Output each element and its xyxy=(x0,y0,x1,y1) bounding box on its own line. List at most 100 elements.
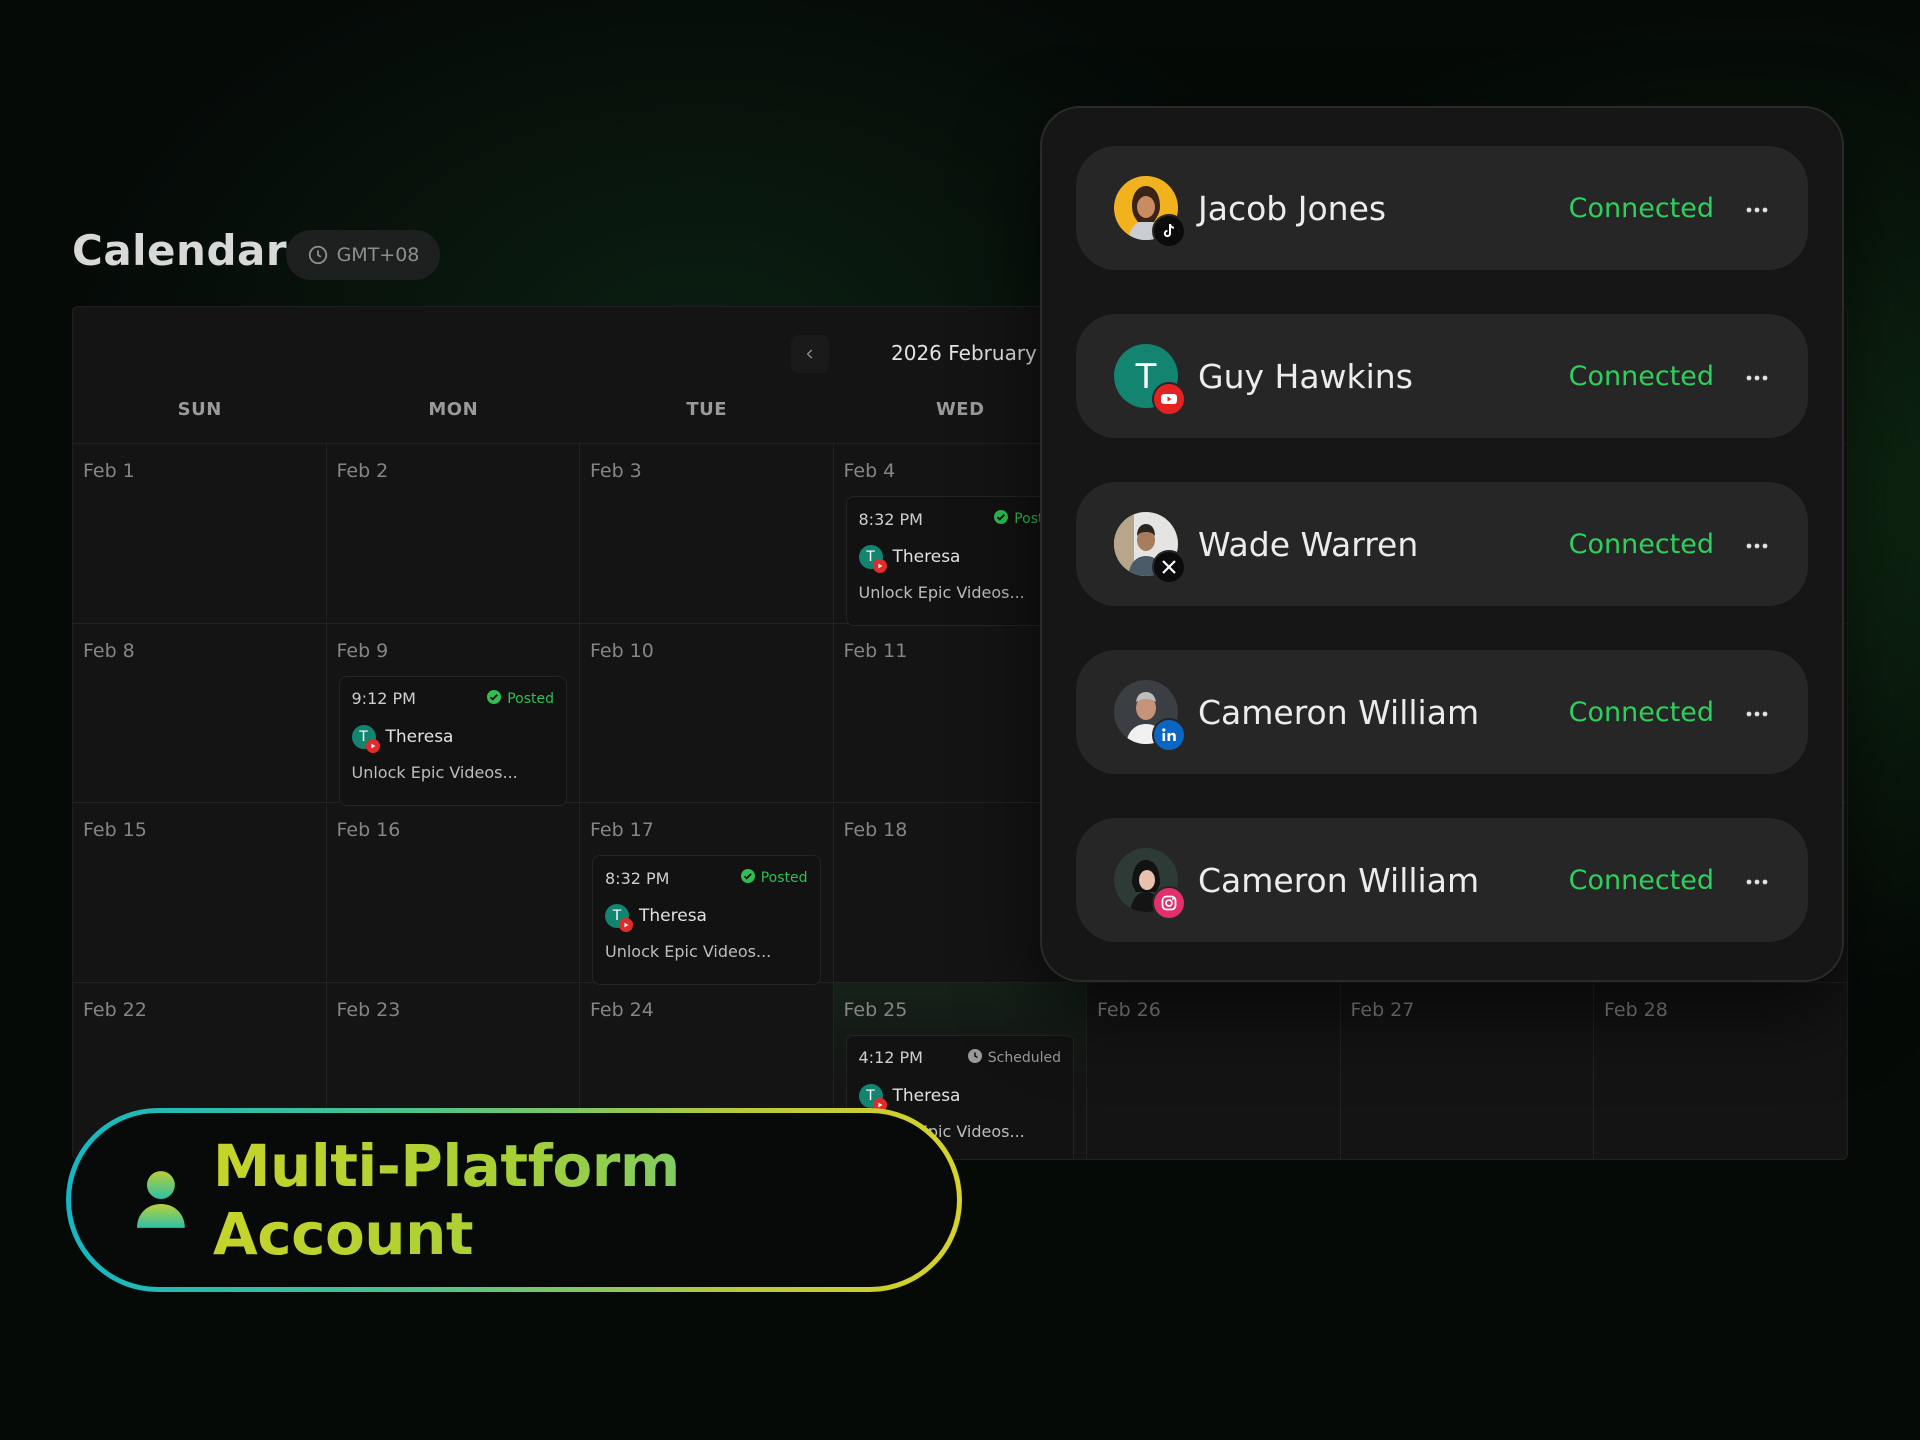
ellipsis-icon xyxy=(1745,703,1769,722)
connection-status: Connected xyxy=(1568,696,1714,728)
person-icon xyxy=(136,1171,185,1228)
clock-icon xyxy=(967,1048,983,1068)
tiktok-icon xyxy=(1152,214,1186,248)
more-options-button[interactable] xyxy=(1740,191,1774,225)
day-number: Feb 3 xyxy=(590,460,642,482)
post-author: Theresa xyxy=(892,547,961,567)
clock-icon xyxy=(308,245,327,265)
month-label: 2026 February xyxy=(891,341,1037,365)
feature-badge: Multi-Platform Account xyxy=(66,1108,962,1292)
day-number: Feb 24 xyxy=(590,998,654,1021)
weekday-label: TUE xyxy=(686,399,728,420)
avatar xyxy=(1114,680,1186,752)
weekday-label: MON xyxy=(428,399,479,420)
post-status-label: Scheduled xyxy=(987,1049,1061,1066)
day-cell[interactable]: Feb 28 xyxy=(1594,982,1847,1159)
account-name: Wade Warren xyxy=(1198,524,1419,564)
more-options-button[interactable] xyxy=(1740,695,1774,729)
page-title: Calendar xyxy=(72,226,288,275)
post-card[interactable]: 8:32 PM Posted T Theresa Unlock Epic Videos.… xyxy=(592,855,821,985)
day-number: Feb 16 xyxy=(336,819,401,841)
day-number: Feb 2 xyxy=(336,460,389,482)
post-status-label: Posted xyxy=(760,870,808,886)
avatar: T xyxy=(1114,344,1186,416)
weekday-label: SUN xyxy=(177,399,222,420)
post-card[interactable]: 9:12 PM Posted T Theresa Unlock Epic Videos.… xyxy=(338,675,567,806)
day-number: Feb 27 xyxy=(1350,998,1415,1021)
x-icon xyxy=(1152,550,1186,584)
connection-status: Connected xyxy=(1568,528,1714,560)
account-name: Guy Hawkins xyxy=(1198,356,1413,396)
day-cell[interactable]: Feb 27 xyxy=(1341,982,1594,1159)
avatar xyxy=(1114,848,1186,920)
more-options-button[interactable] xyxy=(1740,863,1774,897)
day-number: Feb 1 xyxy=(83,460,135,482)
post-time: 9:12 PM xyxy=(351,689,416,708)
youtube-icon xyxy=(872,559,887,573)
ellipsis-icon xyxy=(1745,367,1769,386)
day-cell[interactable]: Feb 10 xyxy=(580,623,834,803)
feature-label: Multi-Platform Account xyxy=(213,1132,957,1268)
account-row[interactable]: T Guy Hawkins Connected xyxy=(1076,314,1808,438)
post-author: Theresa xyxy=(385,726,454,747)
day-cell[interactable]: Feb 8 xyxy=(73,623,327,803)
day-number: Feb 10 xyxy=(590,639,654,662)
prev-month-button[interactable] xyxy=(791,335,829,373)
post-time: 8:32 PM xyxy=(605,868,670,888)
day-cell[interactable]: Feb 15 xyxy=(73,803,327,983)
post-description: Unlock Epic Videos... xyxy=(858,583,1025,602)
day-cell[interactable]: Feb 16 xyxy=(326,803,580,983)
post-description: Unlock Epic Videos... xyxy=(605,942,772,961)
ellipsis-icon xyxy=(1745,535,1769,554)
account-row[interactable]: Wade Warren Connected xyxy=(1076,482,1808,606)
day-number: Feb 26 xyxy=(1097,998,1161,1021)
day-number: Feb 9 xyxy=(336,639,389,662)
day-cell[interactable]: Feb 9 9:12 PM Posted T Theresa Unlock Epic Vi… xyxy=(326,623,580,806)
post-time: 4:12 PM xyxy=(858,1048,923,1067)
day-cell[interactable]: Feb 3 xyxy=(580,444,834,624)
check-circle-icon xyxy=(486,689,502,709)
more-options-button[interactable] xyxy=(1740,359,1774,393)
timezone-label: GMT+08 xyxy=(336,244,420,266)
post-status: Posted xyxy=(486,689,554,709)
connection-status: Connected xyxy=(1568,864,1714,896)
ellipsis-icon xyxy=(1745,199,1769,218)
avatar: T xyxy=(351,724,380,753)
post-status: Scheduled xyxy=(967,1048,1061,1068)
day-number: Feb 28 xyxy=(1604,998,1668,1021)
day-number: Feb 17 xyxy=(590,819,654,841)
avatar: T xyxy=(858,545,887,573)
post-time: 8:32 PM xyxy=(858,509,923,529)
youtube-icon xyxy=(1152,382,1186,416)
chevron-left-icon xyxy=(806,349,813,359)
day-cell[interactable]: Feb 2 xyxy=(326,444,580,624)
day-cell[interactable]: Feb 26 xyxy=(1087,982,1341,1159)
day-cell[interactable]: Feb 17 8:32 PM Posted T Theresa Unlock Epic V… xyxy=(580,803,834,985)
accounts-panel: Jacob Jones Connected T Guy Hawkins Connecte… xyxy=(1040,106,1844,982)
post-description: Unlock Epic Videos... xyxy=(351,762,518,782)
day-number: Feb 22 xyxy=(83,998,147,1021)
account-row[interactable]: Jacob Jones Connected xyxy=(1076,146,1808,270)
avatar: T xyxy=(605,904,633,932)
instagram-icon xyxy=(1152,886,1186,920)
day-number: Feb 15 xyxy=(83,819,147,841)
day-number: Feb 23 xyxy=(336,998,401,1021)
account-name: Cameron William xyxy=(1198,860,1480,900)
linkedin-icon xyxy=(1152,718,1186,752)
avatar xyxy=(1114,176,1186,248)
avatar xyxy=(1114,512,1186,584)
account-row[interactable]: Cameron William Connected xyxy=(1076,650,1808,774)
post-status: Posted xyxy=(740,868,808,888)
post-author: Theresa xyxy=(639,906,707,926)
day-number: Feb 8 xyxy=(83,639,135,662)
connection-status: Connected xyxy=(1568,192,1714,224)
youtube-icon xyxy=(365,738,380,753)
more-options-button[interactable] xyxy=(1740,527,1774,561)
connection-status: Connected xyxy=(1568,360,1714,392)
post-status-label: Posted xyxy=(507,690,554,707)
timezone-badge[interactable]: GMT+08 xyxy=(286,230,440,280)
youtube-icon xyxy=(619,918,633,932)
day-cell[interactable]: Feb 1 xyxy=(73,444,327,624)
account-row[interactable]: Cameron William Connected xyxy=(1076,818,1808,942)
account-name: Cameron William xyxy=(1198,692,1480,732)
